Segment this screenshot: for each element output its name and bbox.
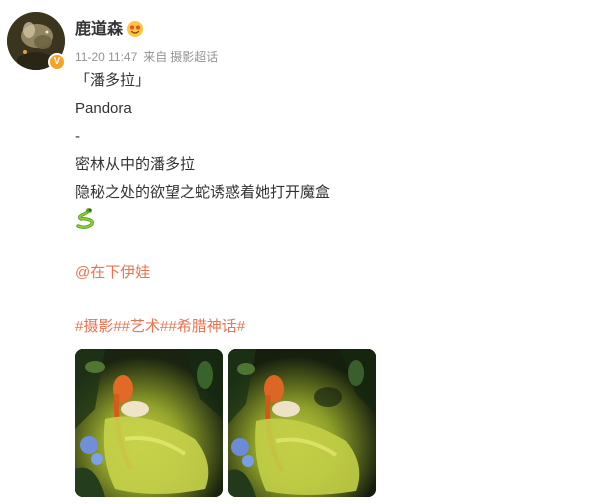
post-text-line: 隐秘之处的欲望之蛇诱惑着她打开魔盒 [75,184,331,201]
post-text-line: - [75,128,80,145]
post-photo-2[interactable] [228,349,376,497]
source-prefix: 来自 [143,50,168,64]
weibo-post: V 鹿道森 11-20 11:47 来自 摄影超话 「潘多拉」 Pandora - … [0,0,600,504]
photo-pandora-forest-1 [75,349,223,497]
post-time[interactable]: 11-20 11:47 [75,50,137,64]
hashtag-links[interactable]: #摄影##艺术##希腊神话# [75,316,245,338]
post-meta: 11-20 11:47 来自 摄影超话 [75,49,224,65]
post-photo-1[interactable] [75,349,223,497]
photo-pandora-forest-2 [228,349,376,497]
post-source[interactable]: 摄影超话 [170,50,218,64]
post-text-line: Pandora [75,100,132,117]
verified-v-icon: V [48,53,66,71]
user-mention-link[interactable]: @在下伊娃 [75,262,150,284]
author-name[interactable]: 鹿道森 [75,20,123,40]
avatar-container[interactable]: V [7,12,66,71]
post-text-line: 密林从中的潘多拉 [75,156,196,173]
snake-icon [75,207,95,229]
post-text-line: 「潘多拉」 [75,72,151,89]
vip-emoji-icon [126,20,144,38]
